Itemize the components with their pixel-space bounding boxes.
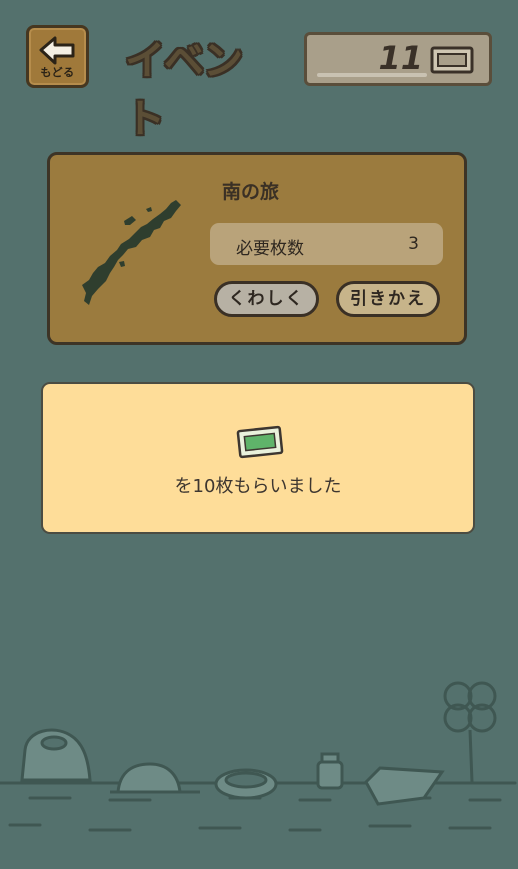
event-card: 南の旅 必要枚数 3 くわしく 引きかえ xyxy=(47,152,467,345)
clover-icon xyxy=(443,681,497,783)
back-label: もどる xyxy=(40,66,75,79)
lantern-icon xyxy=(316,752,344,790)
bottom-scene xyxy=(0,681,517,832)
hat-icon xyxy=(110,762,200,794)
reward-message: を10枚もらいました xyxy=(174,476,342,497)
exchange-button[interactable]: 引きかえ xyxy=(336,281,440,317)
event-title: 南の旅 xyxy=(222,181,280,203)
back-button[interactable]: もどる xyxy=(26,25,89,88)
requirement-label: 必要枚数 xyxy=(236,239,304,259)
green-ticket-icon xyxy=(236,425,284,459)
details-button[interactable]: くわしく xyxy=(214,281,319,317)
frog-icon xyxy=(20,728,92,782)
page-title: イベント xyxy=(125,38,243,142)
lunchbox-icon xyxy=(214,768,278,800)
reward-card: を10枚もらいました xyxy=(41,382,475,534)
requirement-value: 3 xyxy=(408,234,419,254)
arrow-left-icon xyxy=(39,36,75,65)
requirement-row: 必要枚数 3 xyxy=(210,223,443,265)
ticket-count: 11 xyxy=(378,39,423,77)
okinawa-map-icon xyxy=(82,200,181,305)
ticket-counter: 11 xyxy=(304,32,492,86)
ticket-icon xyxy=(430,46,474,74)
